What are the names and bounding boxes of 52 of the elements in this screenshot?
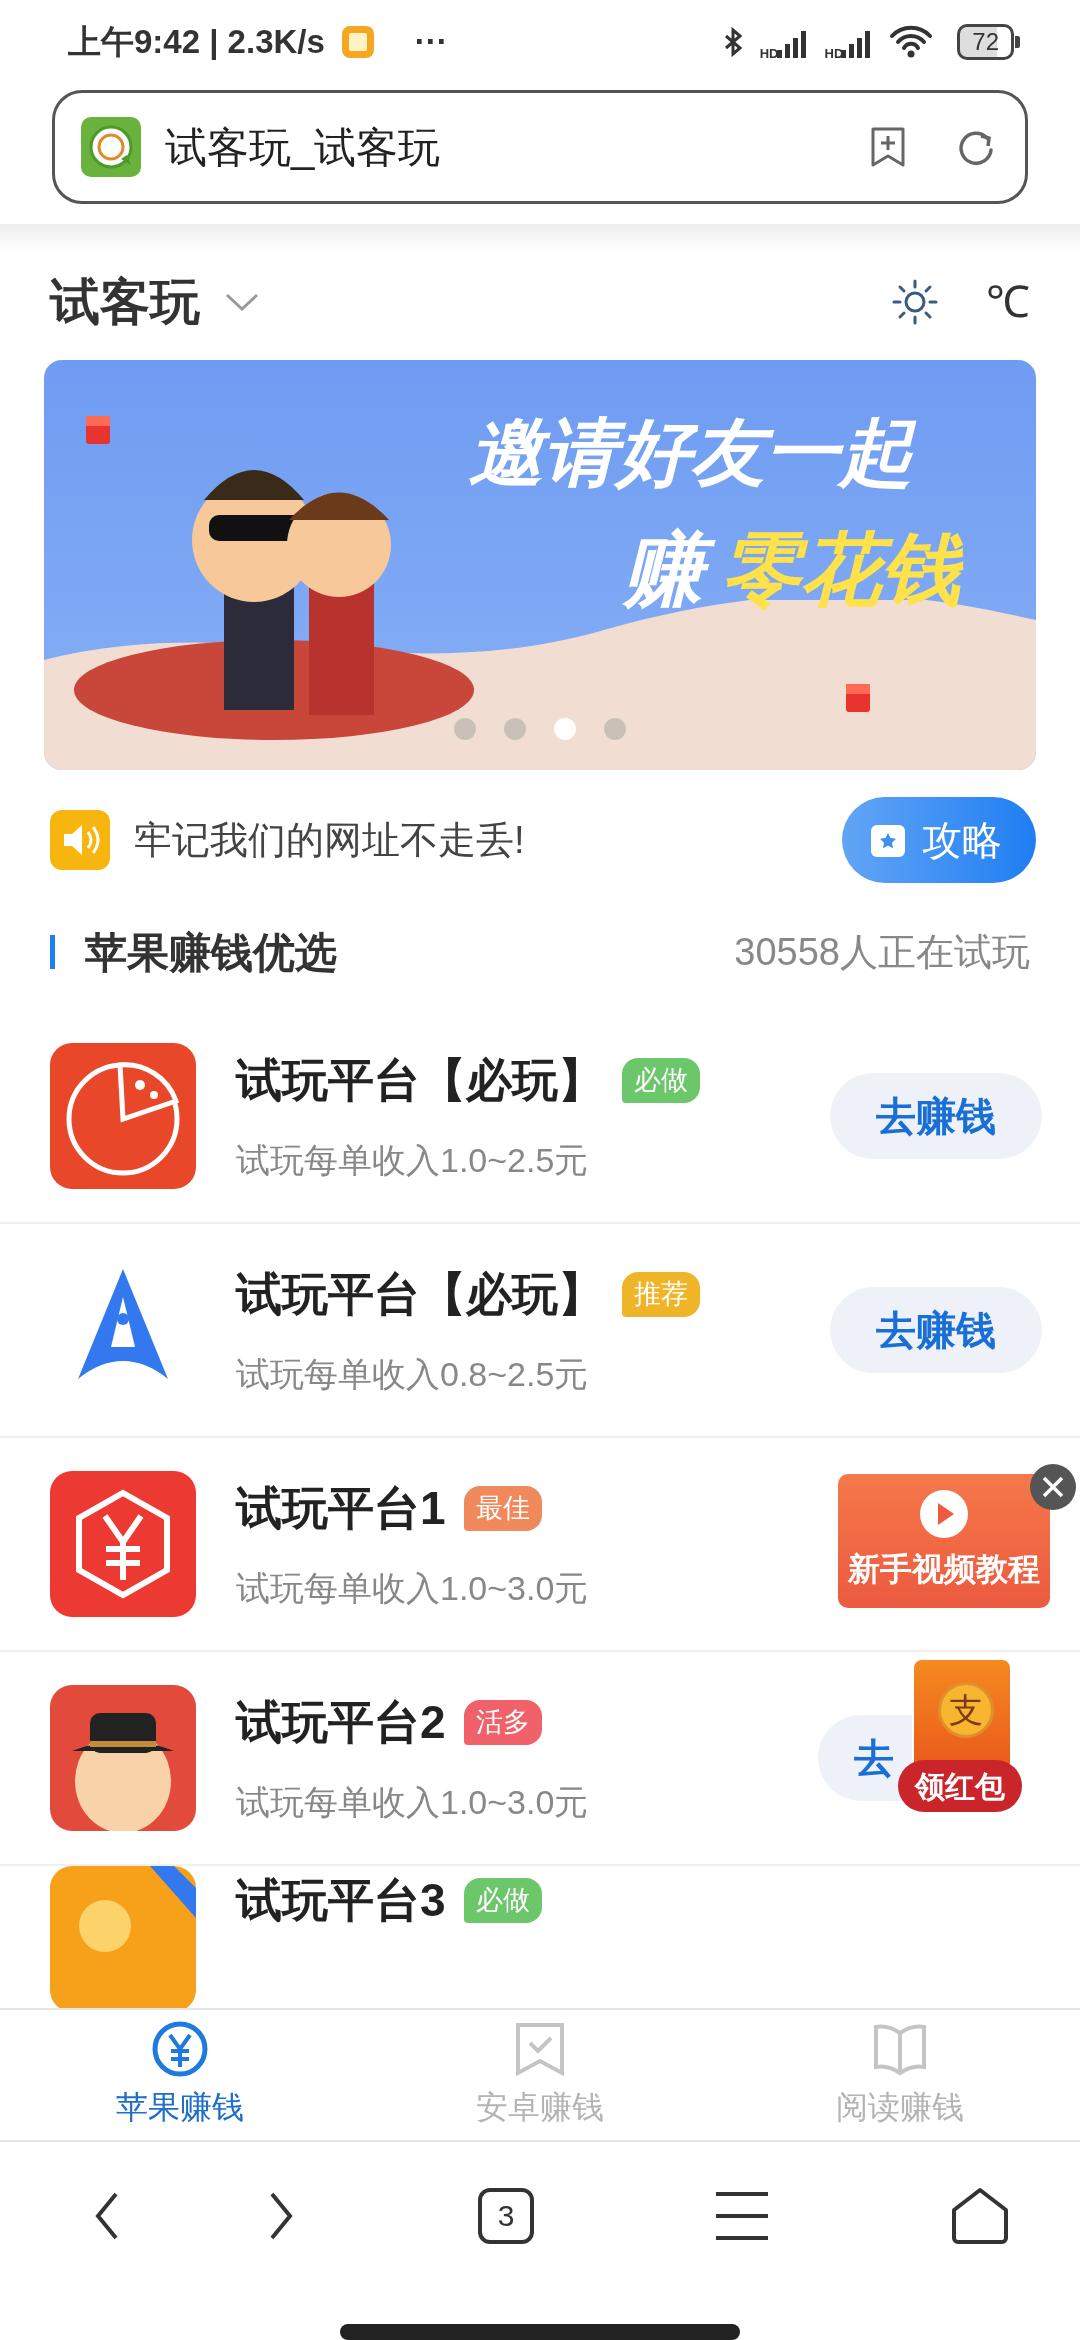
app-title: 试玩平台2 [236,1695,446,1750]
earn-button[interactable]: 去赚钱 [830,1073,1042,1159]
banner-headline: 邀请好友一起 [469,405,927,502]
player-count: 30558人正在试玩 [734,929,1030,975]
close-button[interactable] [1030,1464,1076,1510]
coin-character: 支 [938,1682,994,1738]
claim-envelope-button[interactable]: 领红包 [898,1760,1022,1812]
home-icon[interactable] [950,2186,1010,2246]
app-icon[interactable] [50,1685,196,1831]
close-icon [1041,1475,1065,1499]
notice-text: 牢记我们的网址不走丢! [134,817,525,863]
guide-button[interactable]: 攻略 [842,797,1036,883]
earn-button[interactable]: 去 [818,1715,912,1801]
app-title: 试玩平台【必玩】 [236,1053,604,1108]
menu-icon[interactable] [714,2190,770,2242]
app-tag: 必做 [463,1878,542,1923]
earn-button[interactable]: 去赚钱 [830,1287,1042,1373]
app-income: 试玩每单收入1.0~2.5元 [236,1140,589,1181]
network-label: HD [759,46,779,60]
banner-highlight: 零花钱 [717,518,975,622]
temperature-unit: ℃ [986,276,1030,328]
battery-indicator: 72 [957,24,1020,60]
address-bar[interactable]: 试客玩_试客玩 [52,90,1028,204]
speaker-icon [50,810,110,870]
app-title: 试玩平台【必玩】 [236,1267,604,1322]
status-time: 上午9:42 | 2.3K/s [68,22,325,63]
video-tutorial-card[interactable]: 新手视频教程 [838,1474,1050,1608]
page-title: 试客玩_试客玩 [165,122,441,173]
banner-headline: 赚 [619,518,717,622]
more-indicator: ··· [414,22,448,63]
tab-count-button[interactable]: 3 [478,2188,534,2244]
play-icon [919,1489,969,1539]
bottom-tab[interactable]: 苹果赚钱 [0,2010,360,2140]
wifi-icon [889,24,934,60]
app-income: 试玩每单收入0.8~2.5元 [236,1354,589,1395]
app-income: 试玩每单收入1.0~3.0元 [236,1568,589,1609]
video-tutorial-label: 新手视频教程 [848,1550,1040,1589]
section-title: 苹果赚钱优选 [85,927,337,978]
add-bookmark-icon[interactable] [869,126,907,168]
app-title: 试玩平台1 [236,1481,446,1536]
app-notification-icon [340,25,375,59]
app-income: 试玩每单收入1.0~3.0元 [236,1782,589,1823]
site-name: 试客玩 [50,272,200,332]
tab-icon [150,2019,210,2079]
app-tag: 活多 [463,1700,542,1745]
promo-banner[interactable]: 邀请好友一起 赚 零花钱 [44,360,1036,770]
site-logo-icon [81,117,141,177]
app-tag: 必做 [622,1058,700,1103]
app-tag: 推荐 [622,1272,700,1317]
sun-icon [892,279,938,325]
app-tag: 最佳 [463,1486,542,1531]
app-title: 试玩平台3 [236,1873,446,1928]
